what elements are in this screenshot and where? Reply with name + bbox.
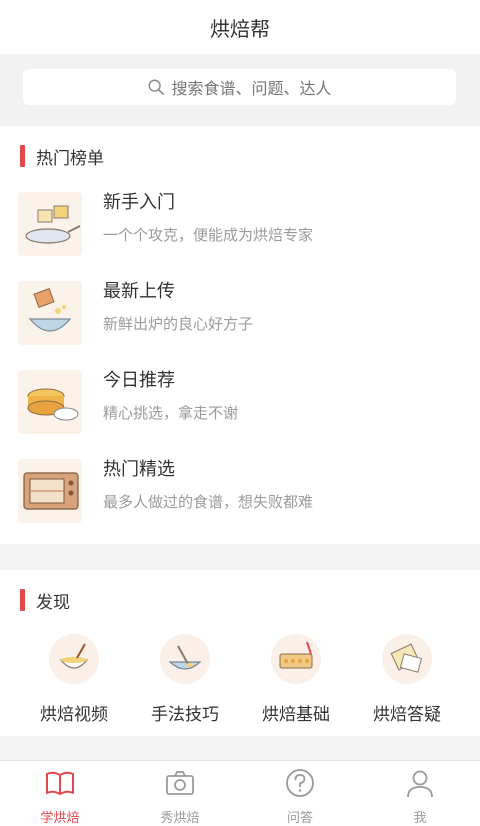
item-name: 热门精选: [103, 459, 175, 480]
discover-item-techniques[interactable]: 手法技巧: [125, 634, 245, 725]
tab-label: 我: [413, 811, 427, 826]
item-name: 新手入门: [103, 192, 175, 213]
discover-label: 烘焙答疑: [373, 705, 441, 725]
bottom-tab-bar: 学烘焙 秀烘焙 问答 我: [0, 760, 480, 826]
baking-pan-icon: [18, 192, 82, 256]
oven-icon: [18, 459, 82, 523]
book-icon: [46, 771, 74, 795]
tab-label: 秀烘焙: [160, 811, 200, 826]
item-desc: 最多人做过的食谱，想失败都难: [103, 493, 314, 511]
search-input[interactable]: 搜索食谱、问题、达人: [23, 69, 456, 105]
app-header: 烘焙帮: [0, 0, 480, 54]
discover-label: 烘焙视频: [40, 705, 108, 725]
discover-title: 发现: [36, 592, 70, 613]
tab-show-baking[interactable]: 秀烘焙: [120, 767, 240, 826]
question-circle-icon: [286, 769, 314, 797]
section-marker: [20, 589, 25, 611]
camera-icon: [166, 771, 194, 795]
user-icon: [407, 770, 433, 798]
video-bowl-icon: [49, 634, 99, 684]
search-icon: [149, 79, 165, 96]
search-area: 搜索食谱、问题、达人: [0, 56, 480, 122]
cake-icon: [18, 370, 82, 434]
item-desc: 新鲜出炉的良心好方子: [103, 315, 254, 333]
discover-item-videos[interactable]: 烘焙视频: [14, 634, 134, 725]
item-desc: 精心挑选，拿走不谢: [103, 404, 239, 422]
tab-label: 学烘焙: [40, 811, 80, 826]
tray-icon: [271, 634, 321, 684]
hot-list-heading: 热门榜单: [20, 144, 104, 169]
hot-list-card: 热门榜单 新手入门 一个个攻克，便能成为烘焙专家 最新上传 新鲜出炉的良心好方子…: [0, 126, 480, 544]
tab-me[interactable]: 我: [360, 767, 480, 826]
page-title: 烘焙帮: [210, 16, 270, 41]
section-marker: [20, 145, 25, 167]
list-item-featured[interactable]: 热门精选 最多人做过的食谱，想失败都难: [0, 443, 480, 529]
tab-qa[interactable]: 问答: [240, 767, 360, 826]
discover-card: 发现 烘焙视频 手法技巧 烘焙基础 烘焙答疑: [0, 570, 480, 736]
item-desc: 一个个攻克，便能成为烘焙专家: [103, 226, 314, 244]
discover-label: 手法技巧: [151, 705, 219, 725]
item-name: 最新上传: [103, 281, 175, 302]
tab-learn-baking[interactable]: 学烘焙: [0, 767, 120, 826]
discover-label: 烘焙基础: [262, 705, 330, 725]
list-item-today[interactable]: 今日推荐 精心挑选，拿走不谢: [0, 354, 480, 440]
list-item-latest[interactable]: 最新上传 新鲜出炉的良心好方子: [0, 265, 480, 351]
search-placeholder: 搜索食谱、问题、达人: [171, 79, 332, 98]
discover-heading: 发现: [20, 588, 70, 613]
list-item-beginner[interactable]: 新手入门 一个个攻克，便能成为烘焙专家: [0, 176, 480, 262]
tab-label: 问答: [286, 811, 313, 826]
discover-item-faq[interactable]: 烘焙答疑: [347, 634, 467, 725]
whisk-icon: [160, 634, 210, 684]
item-name: 今日推荐: [103, 370, 175, 391]
hot-list-title: 热门榜单: [36, 148, 104, 169]
discover-item-basics[interactable]: 烘焙基础: [236, 634, 356, 725]
question-icon: [382, 634, 432, 684]
mixing-bowl-icon: [18, 281, 82, 345]
